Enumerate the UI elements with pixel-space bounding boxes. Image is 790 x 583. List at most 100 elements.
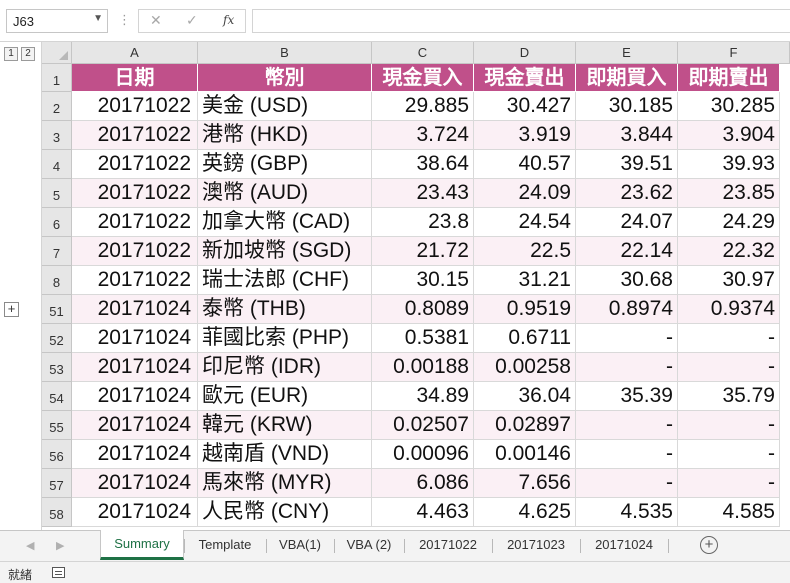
- table-cell[interactable]: 新加坡幣 (SGD): [198, 237, 372, 266]
- column-header-e[interactable]: E: [576, 42, 678, 64]
- table-cell[interactable]: 24.07: [576, 208, 678, 237]
- table-cell[interactable]: -: [576, 411, 678, 440]
- table-cell[interactable]: 7.656: [474, 469, 576, 498]
- table-cell[interactable]: 0.9519: [474, 295, 576, 324]
- table-cell[interactable]: -: [678, 411, 780, 440]
- select-all-button[interactable]: [42, 42, 72, 64]
- row-header[interactable]: 55: [42, 411, 72, 440]
- table-cell[interactable]: 0.00188: [372, 353, 474, 382]
- table-cell[interactable]: 0.8974: [576, 295, 678, 324]
- table-cell[interactable]: 20171022: [72, 92, 198, 121]
- table-cell[interactable]: 4.585: [678, 498, 780, 527]
- column-header-d[interactable]: D: [474, 42, 576, 64]
- table-cell[interactable]: -: [576, 324, 678, 353]
- macro-recording-icon[interactable]: [52, 567, 65, 578]
- row-header[interactable]: 58: [42, 498, 72, 527]
- table-cell[interactable]: 24.29: [678, 208, 780, 237]
- table-cell[interactable]: 4.625: [474, 498, 576, 527]
- row-header[interactable]: 53: [42, 353, 72, 382]
- table-cell[interactable]: 20171024: [72, 353, 198, 382]
- table-cell[interactable]: 馬來幣 (MYR): [198, 469, 372, 498]
- table-cell[interactable]: 30.427: [474, 92, 576, 121]
- table-cell[interactable]: 20171024: [72, 411, 198, 440]
- table-cell[interactable]: 24.09: [474, 179, 576, 208]
- column-header-b[interactable]: B: [198, 42, 372, 64]
- table-cell[interactable]: 30.68: [576, 266, 678, 295]
- table-cell[interactable]: 20171024: [72, 324, 198, 353]
- table-cell[interactable]: 韓元 (KRW): [198, 411, 372, 440]
- table-cell[interactable]: 加拿大幣 (CAD): [198, 208, 372, 237]
- table-cell[interactable]: 4.535: [576, 498, 678, 527]
- table-cell[interactable]: 35.79: [678, 382, 780, 411]
- row-header[interactable]: 3: [42, 121, 72, 150]
- row-header[interactable]: 54: [42, 382, 72, 411]
- table-cell[interactable]: 美金 (USD): [198, 92, 372, 121]
- row-header[interactable]: 51: [42, 295, 72, 324]
- table-cell[interactable]: 人民幣 (CNY): [198, 498, 372, 527]
- table-cell[interactable]: 39.51: [576, 150, 678, 179]
- table-cell[interactable]: 0.02507: [372, 411, 474, 440]
- table-cell[interactable]: -: [678, 469, 780, 498]
- table-cell[interactable]: 23.43: [372, 179, 474, 208]
- row-header[interactable]: 1: [42, 64, 72, 92]
- table-cell[interactable]: 20171022: [72, 150, 198, 179]
- row-header[interactable]: 6: [42, 208, 72, 237]
- table-cell[interactable]: 38.64: [372, 150, 474, 179]
- header-cell[interactable]: 現金賣出: [474, 64, 576, 92]
- sheet-tab[interactable]: Summary: [100, 530, 184, 560]
- table-cell[interactable]: 20171022: [72, 179, 198, 208]
- row-header[interactable]: 57: [42, 469, 72, 498]
- table-cell[interactable]: 3.904: [678, 121, 780, 150]
- formula-input[interactable]: [252, 9, 790, 33]
- sheet-tab[interactable]: Template: [184, 531, 266, 559]
- table-cell[interactable]: -: [576, 353, 678, 382]
- name-box-dropdown-icon[interactable]: ▼: [93, 13, 103, 24]
- table-cell[interactable]: 0.8089: [372, 295, 474, 324]
- new-sheet-button[interactable]: +: [700, 536, 718, 554]
- header-cell[interactable]: 日期: [72, 64, 198, 92]
- table-cell[interactable]: 印尼幣 (IDR): [198, 353, 372, 382]
- table-cell[interactable]: 30.97: [678, 266, 780, 295]
- table-cell[interactable]: 39.93: [678, 150, 780, 179]
- table-cell[interactable]: 22.14: [576, 237, 678, 266]
- cancel-icon[interactable]: ✕: [150, 12, 162, 29]
- outline-level-1-button[interactable]: 1: [4, 47, 18, 61]
- table-cell[interactable]: 23.8: [372, 208, 474, 237]
- column-header-f[interactable]: F: [678, 42, 790, 64]
- header-cell[interactable]: 幣別: [198, 64, 372, 92]
- table-cell[interactable]: 30.15: [372, 266, 474, 295]
- row-header[interactable]: 5: [42, 179, 72, 208]
- table-cell[interactable]: 20171022: [72, 266, 198, 295]
- table-cell[interactable]: 3.919: [474, 121, 576, 150]
- table-cell[interactable]: 3.844: [576, 121, 678, 150]
- expand-group-icon[interactable]: +: [4, 302, 19, 317]
- insert-function-icon[interactable]: fx: [223, 13, 234, 27]
- header-cell[interactable]: 現金買入: [372, 64, 474, 92]
- table-cell[interactable]: -: [678, 353, 780, 382]
- table-cell[interactable]: 20171022: [72, 237, 198, 266]
- table-cell[interactable]: 23.85: [678, 179, 780, 208]
- table-cell[interactable]: 0.00146: [474, 440, 576, 469]
- sheet-tab[interactable]: 20171024: [580, 531, 668, 559]
- header-cell[interactable]: 即期賣出: [678, 64, 780, 92]
- table-cell[interactable]: 港幣 (HKD): [198, 121, 372, 150]
- table-cell[interactable]: 6.086: [372, 469, 474, 498]
- table-cell[interactable]: 20171024: [72, 295, 198, 324]
- table-cell[interactable]: 4.463: [372, 498, 474, 527]
- table-cell[interactable]: 40.57: [474, 150, 576, 179]
- table-cell[interactable]: -: [678, 440, 780, 469]
- table-cell[interactable]: 30.285: [678, 92, 780, 121]
- table-cell[interactable]: 歐元 (EUR): [198, 382, 372, 411]
- table-cell[interactable]: 3.724: [372, 121, 474, 150]
- table-cell[interactable]: 越南盾 (VND): [198, 440, 372, 469]
- table-cell[interactable]: 20171024: [72, 469, 198, 498]
- table-cell[interactable]: -: [576, 440, 678, 469]
- enter-icon[interactable]: ✓: [186, 12, 198, 29]
- table-cell[interactable]: 36.04: [474, 382, 576, 411]
- table-cell[interactable]: -: [576, 469, 678, 498]
- table-cell[interactable]: 34.89: [372, 382, 474, 411]
- row-header[interactable]: 4: [42, 150, 72, 179]
- table-cell[interactable]: 瑞士法郎 (CHF): [198, 266, 372, 295]
- table-cell[interactable]: 0.5381: [372, 324, 474, 353]
- table-cell[interactable]: 24.54: [474, 208, 576, 237]
